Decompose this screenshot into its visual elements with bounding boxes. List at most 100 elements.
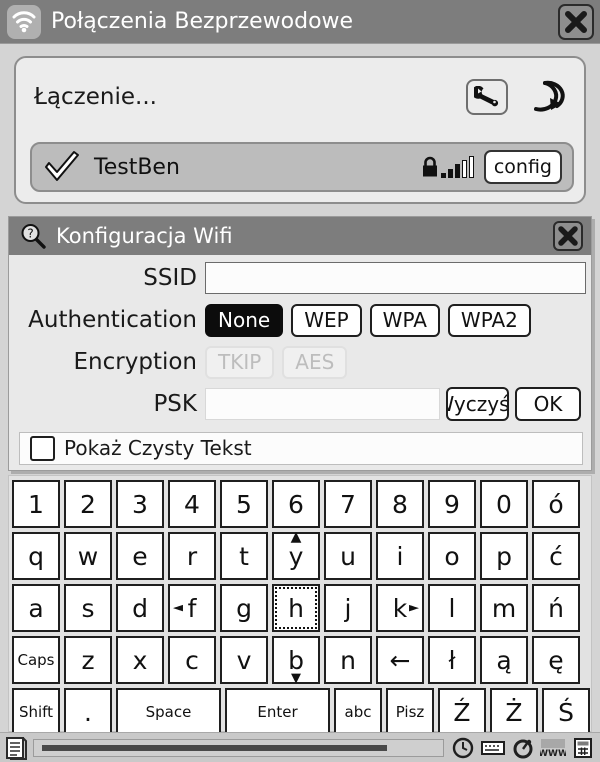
taskbar-scroll-thumb[interactable] (42, 744, 387, 751)
wrench-icon[interactable] (466, 79, 508, 115)
key-n[interactable]: n (324, 636, 372, 684)
key-[interactable]: ą (480, 636, 528, 684)
key-label: g (236, 593, 252, 623)
key-8[interactable]: 8 (376, 480, 424, 528)
key-h[interactable]: h (272, 584, 320, 632)
key-3[interactable]: 3 (116, 480, 164, 528)
key-a[interactable]: a (12, 584, 60, 632)
key-label: 2 (80, 489, 96, 519)
auth-option-wep[interactable]: WEP (291, 303, 362, 337)
key-i[interactable]: i (376, 532, 424, 580)
key-j[interactable]: j (324, 584, 372, 632)
key-[interactable]: ł (428, 636, 476, 684)
key-g[interactable]: g (220, 584, 268, 632)
window-titlebar: Połączenia Bezprzewodowe (0, 0, 600, 44)
key-[interactable]: Ź (438, 688, 486, 736)
key-o[interactable]: o (428, 532, 476, 580)
key-label: Caps (17, 650, 55, 669)
key-label: k (392, 593, 408, 623)
key-1[interactable]: 1 (12, 480, 60, 528)
auth-option-none[interactable]: None (205, 303, 284, 337)
key-[interactable]: Ż (490, 688, 538, 736)
key-v[interactable]: v (220, 636, 268, 684)
key-9[interactable]: 9 (428, 480, 476, 528)
key-q[interactable]: q (12, 532, 60, 580)
lock-icon (421, 156, 439, 178)
key-label: f (187, 593, 197, 623)
dialog-close-icon[interactable] (553, 221, 583, 251)
www-icon[interactable]: WWW (538, 735, 568, 761)
key-d[interactable]: d (116, 584, 164, 632)
key-[interactable]: . (64, 688, 112, 736)
connection-status-row: Łączenie... (16, 58, 584, 136)
show-plain-text-checkbox[interactable] (30, 436, 55, 461)
key-enter[interactable]: Enter (225, 688, 330, 736)
key-label: t (239, 541, 249, 571)
key-label: ł (448, 645, 456, 675)
key-pisz[interactable]: Pisz (386, 688, 434, 736)
key-caps[interactable]: Caps (12, 636, 60, 684)
key-k[interactable]: k ► (376, 584, 424, 632)
key-7[interactable]: 7 (324, 480, 372, 528)
dial-icon[interactable] (508, 735, 538, 761)
key-z[interactable]: z (64, 636, 112, 684)
ok-button[interactable]: OK (515, 387, 581, 421)
key-label: v (236, 645, 252, 675)
taskbar-scrollbar[interactable] (33, 738, 444, 757)
encryption-option-aes: AES (282, 345, 348, 379)
key-[interactable]: ó (532, 480, 580, 528)
ssid-input[interactable] (205, 262, 586, 294)
key-l[interactable]: l (428, 584, 476, 632)
close-icon[interactable] (558, 3, 594, 40)
clock-icon[interactable] (448, 735, 478, 761)
key-4[interactable]: 4 (168, 480, 216, 528)
key-label: o (444, 541, 460, 571)
show-plain-text-row[interactable]: Pokaż Czysty Tekst (19, 432, 583, 465)
arrow-down-icon: ▼ (291, 671, 301, 686)
key-space[interactable]: Space (116, 688, 221, 736)
key-2[interactable]: 2 (64, 480, 112, 528)
key-label: h (288, 593, 304, 623)
key-r[interactable]: r (168, 532, 216, 580)
key-[interactable]: ć (532, 532, 580, 580)
key-y[interactable]: y ▲ (272, 530, 320, 580)
key-s[interactable]: s (64, 584, 112, 632)
key-label: 1 (28, 489, 44, 519)
key-[interactable]: ń (532, 584, 580, 632)
key-[interactable]: Ś (542, 688, 590, 736)
document-icon[interactable] (3, 735, 29, 761)
connection-panel: Łączenie... TestBen config (14, 56, 586, 204)
key-label: e (132, 541, 148, 571)
auth-option-wpa[interactable]: WPA (369, 303, 440, 337)
calculator-icon[interactable] (568, 735, 598, 761)
key-u[interactable]: u (324, 532, 372, 580)
system-tray: WWW (448, 735, 598, 761)
refresh-icon[interactable] (522, 76, 568, 118)
key-6[interactable]: 6 (272, 480, 320, 528)
key-m[interactable]: m (480, 584, 528, 632)
key-shift[interactable]: Shift (12, 688, 60, 736)
key-w[interactable]: w (64, 532, 112, 580)
key-f[interactable]: f ◄ (168, 584, 216, 632)
network-row[interactable]: TestBen config (30, 142, 574, 192)
auth-option-wpa2[interactable]: WPA2 (447, 303, 531, 337)
keyboard-icon[interactable] (478, 735, 508, 761)
config-button[interactable]: config (483, 150, 562, 184)
psk-input[interactable] (205, 388, 440, 420)
key-5[interactable]: 5 (220, 480, 268, 528)
key-x[interactable]: x (116, 636, 164, 684)
clear-button[interactable]: Wyczyść (446, 387, 509, 421)
key-abc[interactable]: abc (334, 688, 382, 736)
key-t[interactable]: t (220, 532, 268, 580)
key-[interactable]: ę (532, 636, 580, 684)
key-label: ← (389, 645, 411, 675)
key-p[interactable]: p (480, 532, 528, 580)
key-[interactable]: ← (376, 636, 424, 684)
keyboard-row: 1 2 3 4 5 6 7 8 9 0 ó (12, 480, 588, 528)
key-c[interactable]: c (168, 636, 216, 684)
key-b[interactable]: b ▼ (272, 636, 320, 686)
key-0[interactable]: 0 (480, 480, 528, 528)
ssid-row: SSID (9, 259, 591, 297)
key-label: abc (344, 702, 372, 721)
key-e[interactable]: e (116, 532, 164, 580)
